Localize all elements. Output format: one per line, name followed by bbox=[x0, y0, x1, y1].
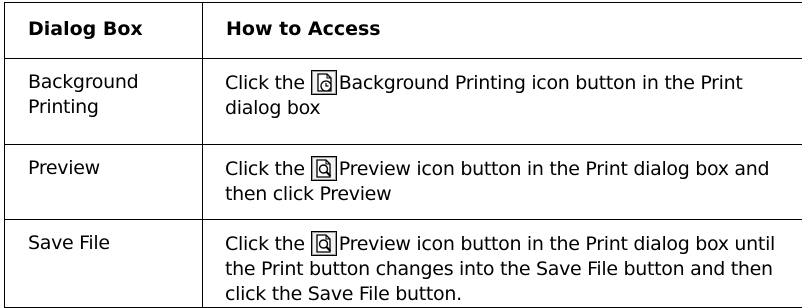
dialog-name-cell: Background Printing bbox=[5, 59, 203, 145]
access-cell: Click the Background Printing icon butto… bbox=[203, 59, 802, 145]
access-cell: Click the Preview icon button in the Pri… bbox=[203, 145, 802, 220]
access-text-post: Preview icon button in the Print dialog … bbox=[225, 158, 769, 205]
access-cell: Click the Preview icon button in the Pri… bbox=[203, 220, 802, 308]
header-how-to-access: How to Access bbox=[203, 3, 802, 59]
access-text-post: Preview icon button in the Print dialog … bbox=[225, 233, 775, 305]
access-text-pre: Click the bbox=[225, 233, 305, 255]
header-row: Dialog Box How to Access bbox=[5, 3, 802, 59]
dialog-name-line: Background bbox=[28, 71, 138, 93]
access-text-pre: Click the bbox=[225, 72, 305, 94]
access-table: Dialog Box How to Access Background Print… bbox=[4, 2, 802, 308]
table-row: Background Printing Click the Background … bbox=[5, 59, 802, 145]
table-row: Preview Click the Preview icon button in… bbox=[5, 145, 802, 220]
dialog-name-cell: Preview bbox=[5, 145, 203, 220]
preview-icon bbox=[311, 231, 337, 256]
preview-icon bbox=[311, 156, 337, 181]
access-text-pre: Click the bbox=[225, 158, 305, 180]
dialog-name-cell: Save File bbox=[5, 220, 203, 308]
dialog-name-line: Printing bbox=[28, 96, 99, 118]
header-dialog-box: Dialog Box bbox=[5, 3, 203, 59]
background-printing-icon bbox=[311, 70, 337, 95]
table-row: Save File Click the Preview icon button … bbox=[5, 220, 802, 308]
